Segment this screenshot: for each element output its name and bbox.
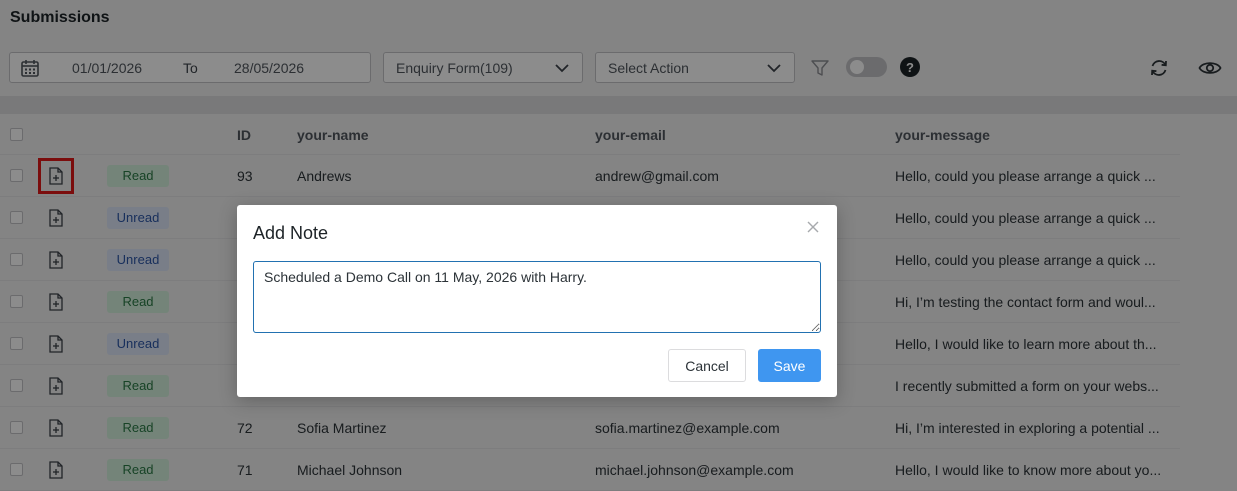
note-textarea[interactable]: Scheduled a Demo Call on 11 May, 2026 wi…	[253, 261, 821, 333]
add-note-dialog: Add Note Scheduled a Demo Call on 11 May…	[237, 205, 837, 397]
dialog-title: Add Note	[253, 223, 329, 243]
close-icon[interactable]	[806, 220, 820, 234]
cancel-button[interactable]: Cancel	[668, 349, 746, 382]
save-button[interactable]: Save	[758, 349, 821, 382]
